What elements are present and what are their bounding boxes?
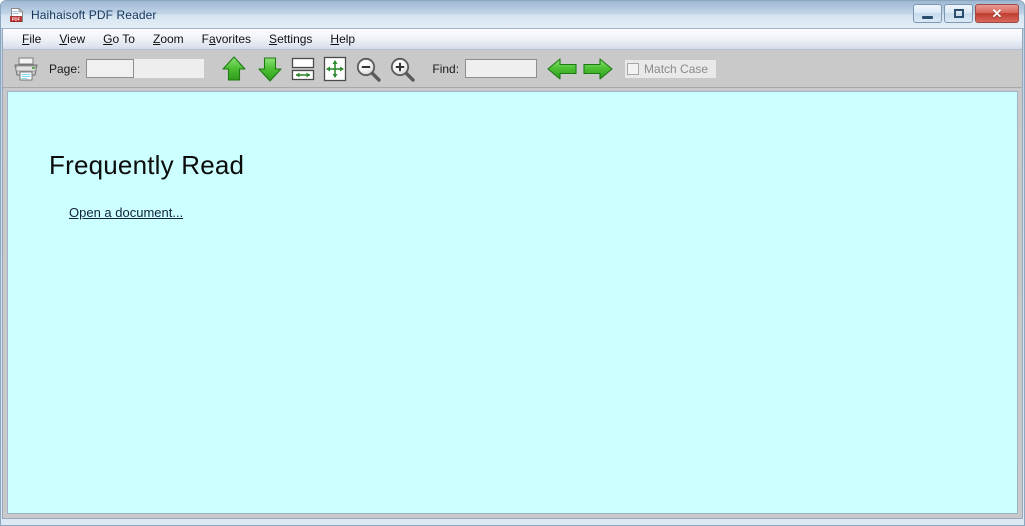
menu-accel-settings: S	[269, 32, 278, 46]
menu-rest-favorites: vorites	[215, 32, 252, 46]
menu-item-help[interactable]: Help	[321, 30, 364, 48]
find-label: Find:	[432, 61, 460, 76]
menu-accel-favorites: a	[209, 32, 216, 46]
green-left-arrow-icon	[547, 57, 577, 80]
pdf-document-icon: PDF	[9, 7, 25, 23]
open-document-link[interactable]: Open a document...	[69, 205, 183, 220]
zoom-in-button[interactable]	[388, 55, 418, 83]
menu-item-favorites[interactable]: Favorites	[193, 30, 260, 48]
match-case-label: Match Case	[644, 61, 709, 76]
zoom-out-magnifier-icon	[357, 57, 382, 82]
menu-item-file[interactable]: File	[13, 30, 50, 48]
match-case-box-icon	[627, 62, 640, 75]
zoom-in-magnifier-icon	[391, 57, 416, 82]
menu-bar: File View Go To Zoom Favorites Settings …	[3, 29, 1022, 50]
printer-icon	[14, 57, 38, 80]
page-label: Page:	[49, 61, 81, 76]
page-total-display	[134, 59, 205, 78]
toolbar: Page: Find: Match Case	[3, 50, 1022, 88]
find-previous-button[interactable]	[545, 55, 579, 83]
fit-width-button[interactable]	[290, 55, 316, 83]
window-title: Haihaisoft PDF Reader	[31, 7, 157, 22]
close-button[interactable]: ✕	[975, 4, 1019, 23]
menu-item-view[interactable]: View	[50, 30, 94, 48]
document-pane[interactable]: Frequently Read Open a document...	[7, 91, 1018, 514]
maximize-icon	[953, 9, 964, 18]
page-title: Frequently Read	[49, 150, 245, 180]
minimize-button[interactable]	[913, 4, 942, 23]
green-down-arrow-icon	[258, 56, 282, 82]
menu-item-goto[interactable]: Go To	[94, 30, 144, 48]
document-pane-container: Frequently Read Open a document...	[3, 88, 1022, 518]
application-window: PDF Haihaisoft PDF Reader ✕ File View Go…	[0, 0, 1025, 526]
green-up-arrow-icon	[222, 55, 246, 81]
find-next-button[interactable]	[581, 55, 615, 83]
find-input[interactable]	[465, 59, 538, 78]
print-button[interactable]	[11, 55, 41, 83]
menu-rest-zoom: oom	[160, 32, 184, 46]
next-page-button[interactable]	[254, 54, 286, 84]
title-bar: PDF Haihaisoft PDF Reader ✕	[1, 1, 1024, 29]
maximize-button[interactable]	[944, 4, 973, 23]
menu-rest-goto: o To	[112, 32, 135, 46]
menu-pre-favorites: F	[201, 32, 210, 46]
menu-rest-help: elp	[339, 32, 356, 46]
menu-accel-help: H	[330, 32, 340, 46]
previous-page-button[interactable]	[218, 54, 250, 84]
menu-rest-view: iew	[67, 32, 86, 46]
fit-page-icon	[324, 56, 347, 81]
green-right-arrow-icon	[583, 57, 613, 80]
menu-accel-view: V	[59, 32, 68, 46]
client-area: File View Go To Zoom Favorites Settings …	[2, 29, 1023, 519]
menu-item-zoom[interactable]: Zoom	[144, 30, 193, 48]
zoom-out-button[interactable]	[354, 55, 384, 83]
page-number-input[interactable]	[86, 59, 135, 78]
fit-page-button[interactable]	[322, 55, 348, 83]
menu-item-settings[interactable]: Settings	[260, 30, 321, 48]
minimize-icon	[922, 15, 933, 19]
menu-rest-settings: ettings	[277, 32, 313, 46]
svg-text:PDF: PDF	[12, 16, 21, 21]
match-case-checkbox[interactable]: Match Case	[625, 59, 717, 78]
close-icon: ✕	[991, 6, 1003, 21]
page-number-group	[86, 59, 205, 78]
window-controls: ✕	[913, 4, 1019, 23]
menu-accel-goto: G	[103, 32, 113, 46]
fit-width-icon	[292, 57, 315, 80]
menu-rest-file: ile	[29, 32, 42, 46]
